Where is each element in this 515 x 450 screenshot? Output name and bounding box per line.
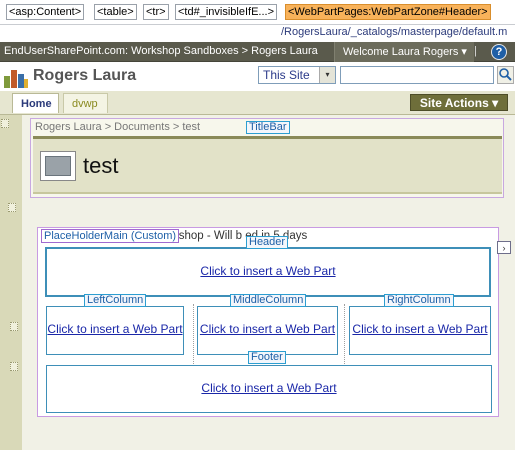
search-input[interactable] xyxy=(340,66,494,84)
page-title: test xyxy=(83,153,119,178)
placeholder-main-label: PlaceHolderMain (Custom) xyxy=(41,229,180,243)
tab-home[interactable]: Home xyxy=(12,93,59,113)
left-column-zone[interactable]: Click to insert a Web Part xyxy=(46,306,184,355)
site-path-link[interactable]: EndUserSharePoint.com: Workshop Sandboxe… xyxy=(4,45,318,57)
site-title[interactable]: Rogers Laura xyxy=(33,67,136,85)
header-zone-label: Header xyxy=(246,236,289,249)
url-bar: /RogersLaura/_catalogs/masterpage/defaul… xyxy=(0,24,515,42)
dropdown-arrow-icon: ▾ xyxy=(319,67,335,83)
tag-td[interactable]: <td#_invisibleIfE...> xyxy=(175,4,278,20)
global-nav: EndUserSharePoint.com: Workshop Sandboxe… xyxy=(0,42,515,62)
page-breadcrumb[interactable]: Rogers Laura > Documents > test xyxy=(35,121,200,133)
tag-asp-content[interactable]: <asp:Content> xyxy=(6,4,85,20)
resize-handle[interactable] xyxy=(1,119,9,128)
chevron-down-icon: ▾ xyxy=(461,46,467,58)
left-gutter xyxy=(0,115,22,450)
nav-separator: | xyxy=(474,45,477,57)
insert-webpart-middle-link[interactable]: Click to insert a Web Part xyxy=(200,322,335,336)
page-title-area: test xyxy=(33,136,502,194)
tag-table[interactable]: <table> xyxy=(94,4,137,20)
search-icon xyxy=(499,68,512,81)
right-column-zone[interactable]: Click to insert a Web Part xyxy=(349,306,491,355)
tag-breadcrumb-bar: <asp:Content> <table> <tr> <td#_invisibl… xyxy=(0,0,515,24)
page-icon xyxy=(40,151,76,181)
middle-column-zone[interactable]: Click to insert a Web Part xyxy=(197,306,338,355)
search-button[interactable] xyxy=(497,66,514,84)
titlebar-zone-label: TitleBar xyxy=(246,121,290,134)
header-webpart-zone[interactable]: Click to insert a Web Part xyxy=(45,247,491,297)
tag-webpartzone-header[interactable]: <WebPartPages:WebPartZone#Header> xyxy=(285,4,491,20)
site-actions-button[interactable]: Site Actions ▾ xyxy=(410,94,508,111)
insert-webpart-right-link[interactable]: Click to insert a Web Part xyxy=(352,322,487,336)
insert-webpart-header-link[interactable]: Click to insert a Web Part xyxy=(200,264,335,278)
footer-zone-label: Footer xyxy=(248,351,286,364)
insert-webpart-left-link[interactable]: Click to insert a Web Part xyxy=(47,322,182,336)
resize-handle[interactable] xyxy=(8,203,16,212)
top-tabs: Home dvwp Site Actions ▾ xyxy=(0,91,515,115)
help-icon[interactable]: ? xyxy=(491,44,507,60)
column-divider xyxy=(344,304,345,364)
footer-webpart-zone[interactable]: Click to insert a Web Part xyxy=(46,365,492,413)
search-scope-select[interactable]: This Site ▾ xyxy=(258,66,336,84)
tag-tr[interactable]: <tr> xyxy=(143,4,169,20)
expand-arrow-icon[interactable]: › xyxy=(497,241,511,254)
column-divider xyxy=(193,304,194,364)
site-header: Rogers Laura This Site ▾ xyxy=(0,63,515,91)
tab-dvwp[interactable]: dvwp xyxy=(63,93,108,113)
left-column-label: LeftColumn xyxy=(84,294,147,307)
search-scope-value: This Site xyxy=(263,68,310,82)
url-path: /RogersLaura/_catalogs/masterpage/defaul… xyxy=(281,26,508,38)
resize-handle[interactable] xyxy=(10,322,18,331)
site-logo-icon[interactable] xyxy=(4,68,28,88)
welcome-label: Welcome Laura Rogers xyxy=(343,46,459,58)
placeholder-main: kshop - Will b ed in 5 days PlaceHolderM… xyxy=(37,227,499,417)
right-column-label: RightColumn xyxy=(384,294,454,307)
resize-handle[interactable] xyxy=(10,362,18,371)
welcome-menu[interactable]: Welcome Laura Rogers ▾ xyxy=(334,42,474,62)
middle-column-label: MiddleColumn xyxy=(230,294,307,307)
insert-webpart-footer-link[interactable]: Click to insert a Web Part xyxy=(201,381,336,395)
